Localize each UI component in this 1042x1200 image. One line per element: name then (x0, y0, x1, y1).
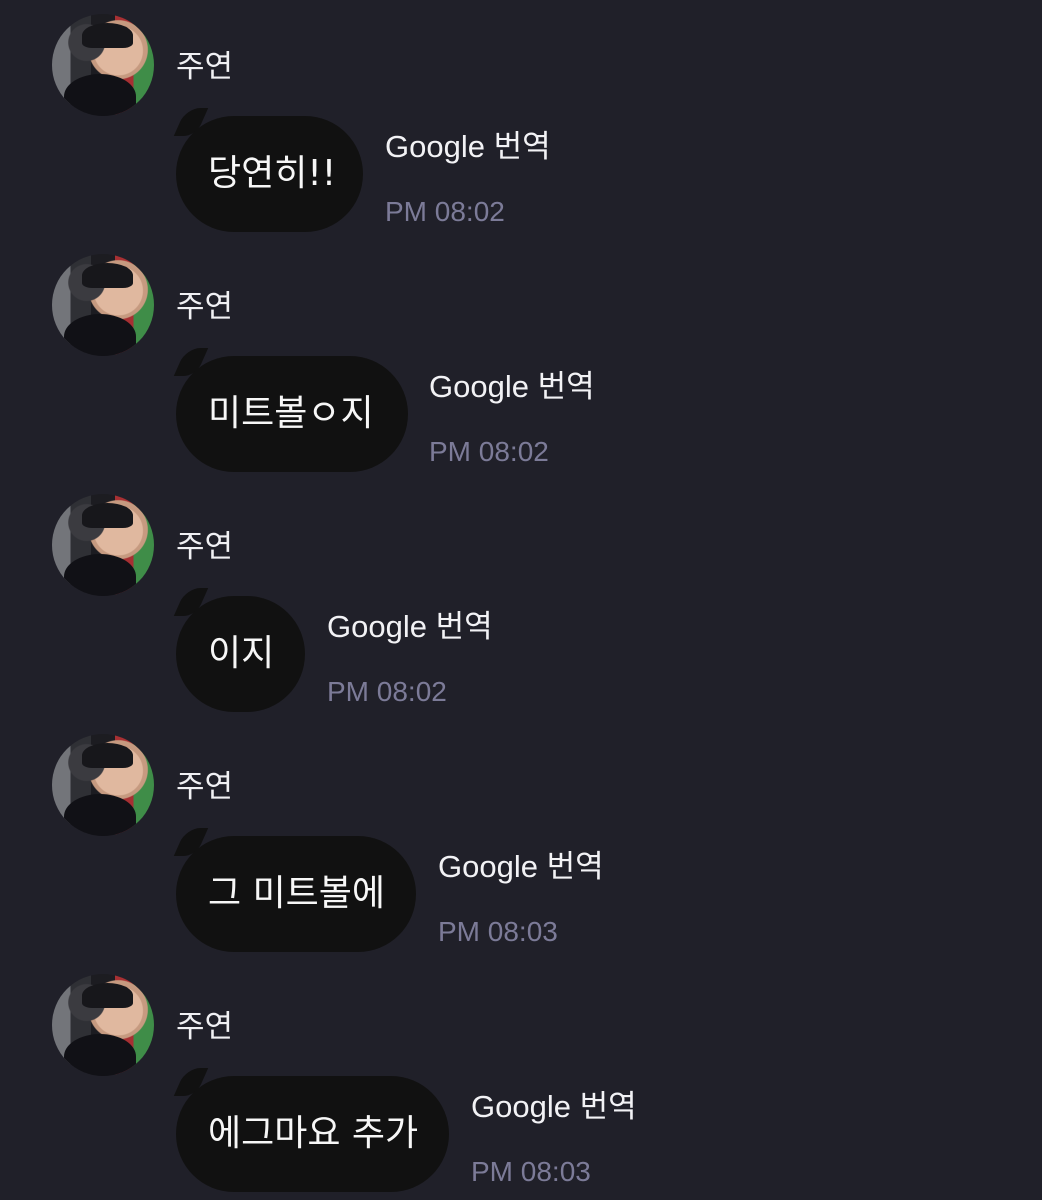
google-translate-link[interactable]: Google 번역 (438, 847, 604, 887)
message-timestamp: PM 08:03 (471, 1156, 591, 1187)
sender-name: 주연 (176, 769, 234, 805)
profile-photo-avatar[interactable] (52, 14, 154, 116)
message-timestamp: PM 08:03 (438, 916, 558, 947)
sender-name: 주연 (176, 49, 234, 85)
message-bubble[interactable]: 에그마요 추가 (176, 1076, 449, 1192)
chat-message: 주연 미트볼ㅇ지 Google 번역 PM 08:02 (0, 240, 1042, 480)
google-translate-link[interactable]: Google 번역 (429, 367, 595, 407)
message-bubble[interactable]: 이지 (176, 596, 305, 712)
message-bubble[interactable]: 미트볼ㅇ지 (176, 356, 408, 472)
message-bubble[interactable]: 그 미트볼에 (176, 836, 416, 952)
profile-photo-avatar[interactable] (52, 974, 154, 1076)
chat-message: 주연 당연히!! Google 번역 PM 08:02 (0, 0, 1042, 240)
chat-message: 주연 이지 Google 번역 PM 08:02 (0, 480, 1042, 720)
message-timestamp: PM 08:02 (385, 196, 505, 227)
message-bubble[interactable]: 당연히!! (176, 116, 363, 232)
google-translate-link[interactable]: Google 번역 (385, 127, 551, 167)
profile-photo-avatar[interactable] (52, 734, 154, 836)
message-timestamp: PM 08:02 (327, 676, 447, 707)
message-timestamp: PM 08:02 (429, 436, 549, 467)
profile-photo-avatar[interactable] (52, 494, 154, 596)
profile-photo-avatar[interactable] (52, 254, 154, 356)
sender-name: 주연 (176, 1009, 234, 1045)
sender-name: 주연 (176, 529, 234, 565)
google-translate-link[interactable]: Google 번역 (327, 607, 493, 647)
sender-name: 주연 (176, 289, 234, 325)
chat-message: 주연 에그마요 추가 Google 번역 PM 08:03 (0, 960, 1042, 1200)
chat-message: 주연 그 미트볼에 Google 번역 PM 08:03 (0, 720, 1042, 960)
google-translate-link[interactable]: Google 번역 (471, 1087, 637, 1127)
chat-message-list: 주연 당연히!! Google 번역 PM 08:02 주연 미트볼ㅇ지 Goo… (0, 0, 1042, 1200)
